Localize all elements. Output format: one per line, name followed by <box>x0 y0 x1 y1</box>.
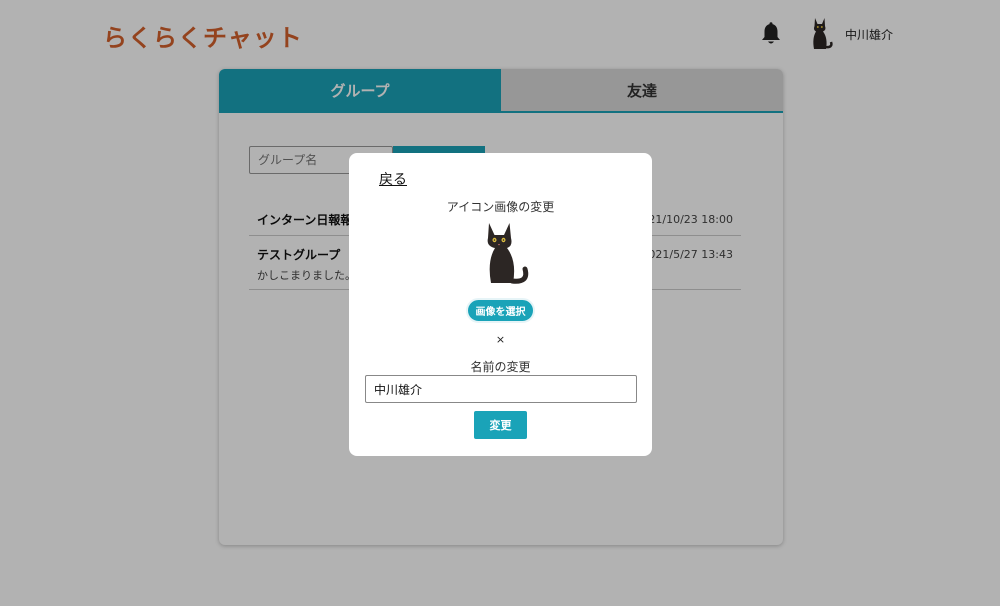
back-link[interactable]: 戻る <box>379 169 407 189</box>
name-field[interactable] <box>365 375 637 403</box>
profile-edit-modal: 戻る アイコン画像の変更 画像を選択 × 名前の変更 変更 <box>349 153 652 456</box>
name-section-label: 名前の変更 <box>470 360 531 374</box>
icon-section-label: アイコン画像の変更 <box>446 200 555 214</box>
remove-image-button[interactable]: × <box>349 333 652 346</box>
avatar-preview <box>487 223 529 284</box>
select-image-button[interactable]: 画像を選択 <box>466 298 535 323</box>
submit-change-button[interactable]: 変更 <box>474 411 527 439</box>
